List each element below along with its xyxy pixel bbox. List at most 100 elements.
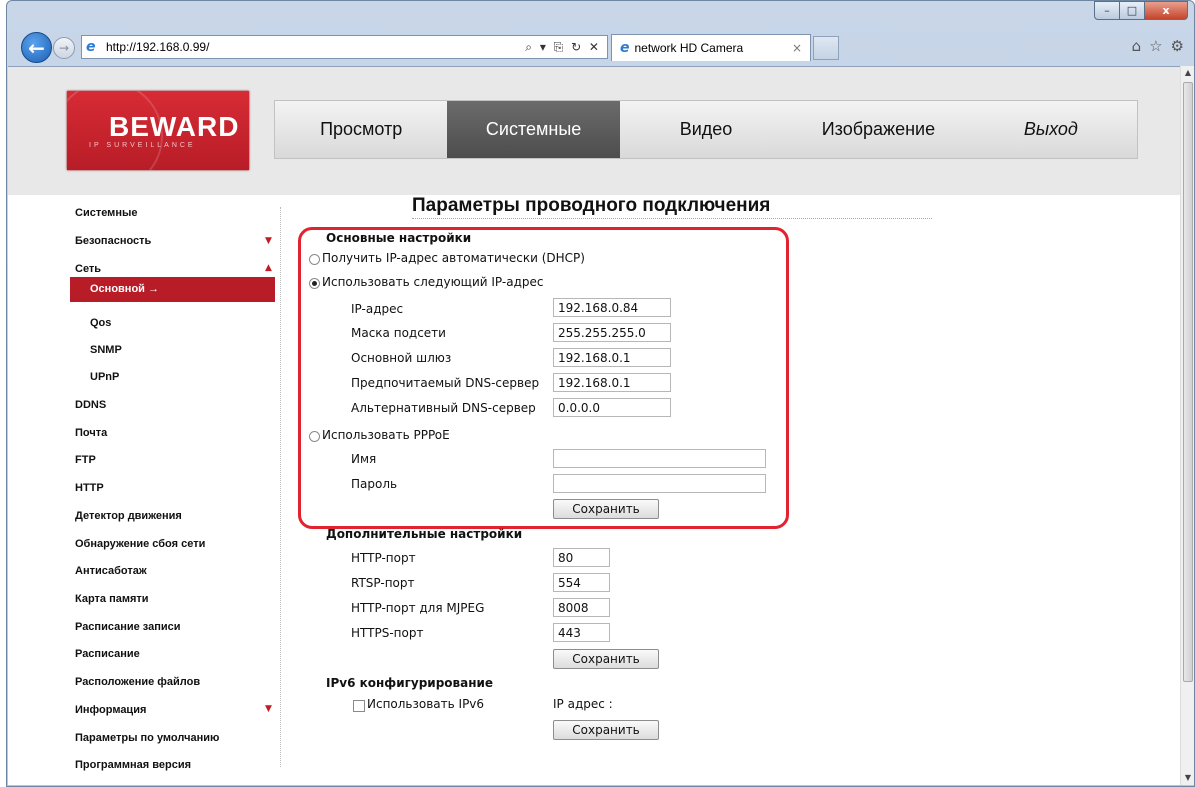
rtsp-port-input[interactable] <box>553 573 610 592</box>
title-underline <box>412 218 932 219</box>
dhcp-radio[interactable] <box>309 254 320 265</box>
home-icon[interactable]: ⌂ <box>1132 37 1142 55</box>
vertical-scrollbar[interactable]: ▲ ▼ <box>1180 66 1194 785</box>
window-controls: – □ x <box>1094 1 1188 20</box>
sidebar-item-firmware[interactable]: Программная версия <box>75 759 191 771</box>
http-port-label: HTTP-порт <box>351 551 416 565</box>
nav-video[interactable]: Видео <box>620 101 792 158</box>
gateway-input[interactable] <box>553 348 671 367</box>
favorites-star-icon[interactable]: ☆ <box>1149 37 1162 55</box>
sidebar-item-tamper[interactable]: Антисаботаж <box>75 565 147 577</box>
static-ip-radio[interactable] <box>309 278 320 289</box>
ipv6-title: IPv6 конфигурирование <box>326 676 494 690</box>
sidebar-item-network-failure[interactable]: Обнаружение сбоя сети <box>75 538 205 550</box>
https-port-input[interactable] <box>553 623 610 642</box>
expand-down-icon[interactable]: ▼ <box>265 236 272 246</box>
pppoe-radio[interactable] <box>309 431 320 442</box>
pppoe-password-input[interactable] <box>553 474 766 493</box>
dns1-label: Предпочитаемый DNS-сервер <box>351 376 540 390</box>
tab-close-icon[interactable]: × <box>792 41 802 55</box>
sidebar-item-security[interactable]: Безопасность <box>75 235 151 247</box>
sidebar-item-network[interactable]: Сеть <box>75 263 101 275</box>
nav-logout[interactable]: Выход <box>965 101 1137 158</box>
minimize-button[interactable]: – <box>1094 1 1120 20</box>
dhcp-label: Получить IP-адрес автоматически (DHCP) <box>322 251 585 265</box>
static-ip-label: Использовать следующий IP-адрес <box>322 275 544 289</box>
nav-image[interactable]: Изображение <box>792 101 964 158</box>
close-button[interactable]: x <box>1144 1 1188 20</box>
pppoe-name-input[interactable] <box>553 449 766 468</box>
sidebar-item-info[interactable]: Информация <box>75 704 146 716</box>
new-tab-button[interactable] <box>813 36 839 60</box>
sidebar-item-http[interactable]: HTTP <box>75 482 104 494</box>
ie-tab-icon: e <box>620 40 630 56</box>
sidebar-item-defaults[interactable]: Параметры по умолчанию <box>75 732 219 744</box>
beward-logo: BEWARD IP SURVEILLANCE <box>67 91 249 170</box>
basic-save-button[interactable]: Сохранить <box>553 499 659 519</box>
ipv6-checkbox-label: Использовать IPv6 <box>367 697 485 711</box>
maximize-button[interactable]: □ <box>1119 1 1145 20</box>
advanced-settings-title: Дополнительные настройки <box>326 527 523 541</box>
http-port-input[interactable] <box>553 548 610 567</box>
logo-subtitle: IP SURVEILLANCE <box>89 142 196 149</box>
dns2-label: Альтернативный DNS-сервер <box>351 401 536 415</box>
pppoe-label: Использовать PPPoE <box>322 428 450 442</box>
sidebar-item-file-location[interactable]: Расположение файлов <box>75 676 200 688</box>
sidebar-item-ddns[interactable]: DDNS <box>75 399 106 411</box>
sidebar-item-record-schedule[interactable]: Расписание записи <box>75 621 181 633</box>
ipv6-save-button[interactable]: Сохранить <box>553 720 659 740</box>
ie-page-icon: e <box>86 39 96 55</box>
scroll-up-icon[interactable]: ▲ <box>1181 66 1195 80</box>
basic-settings-title: Основные настройки <box>326 231 472 245</box>
pppoe-name-label: Имя <box>351 452 377 466</box>
sidebar-item-schedule[interactable]: Расписание <box>75 648 140 660</box>
tab-network-hd-camera[interactable]: e network HD Camera × <box>611 34 811 61</box>
logo-text: BEWARD <box>109 111 240 142</box>
advanced-save-button[interactable]: Сохранить <box>553 649 659 669</box>
ip-address-label: IP-адрес <box>351 302 404 316</box>
page-title: Параметры проводного подключения <box>412 195 771 216</box>
mjpeg-port-label: HTTP-порт для MJPEG <box>351 601 485 615</box>
page-viewport: BEWARD IP SURVEILLANCE Просмотр Системны… <box>8 66 1180 785</box>
ipv6-checkbox[interactable] <box>353 700 365 712</box>
address-url[interactable]: http://192.168.0.99/ <box>106 40 525 54</box>
pppoe-password-label: Пароль <box>351 477 398 491</box>
tab-title: network HD Camera <box>634 41 744 55</box>
sidebar-item-qos[interactable]: Qos <box>90 317 111 329</box>
mjpeg-port-input[interactable] <box>553 598 610 617</box>
page-header: BEWARD IP SURVEILLANCE Просмотр Системны… <box>8 67 1180 195</box>
sidebar-item-motion-detection[interactable]: Детектор движения <box>75 510 182 522</box>
sidebar-divider <box>280 207 281 767</box>
sidebar-item-memory-card[interactable]: Карта памяти <box>75 593 149 605</box>
subnet-mask-input[interactable] <box>553 323 671 342</box>
gateway-label: Основной шлюз <box>351 351 452 365</box>
sidebar-item-ftp[interactable]: FTP <box>75 454 96 466</box>
sidebar-item-system[interactable]: Системные <box>75 207 137 219</box>
ipv6-address-label: IP адрес : <box>553 697 613 711</box>
subnet-mask-label: Маска подсети <box>351 326 446 340</box>
forward-arrow-icon: → <box>58 41 70 55</box>
scroll-thumb[interactable] <box>1183 82 1193 682</box>
ip-address-input[interactable] <box>553 298 671 317</box>
sidebar-item-basic[interactable]: Основной → <box>70 277 275 302</box>
nav-system[interactable]: Системные <box>447 101 620 158</box>
sidebar-item-snmp[interactable]: SNMP <box>90 344 122 356</box>
collapse-up-icon[interactable]: ▲ <box>265 263 272 273</box>
https-port-label: HTTPS-порт <box>351 626 424 640</box>
rtsp-port-label: RTSP-порт <box>351 576 415 590</box>
top-nav: Просмотр Системные Видео Изображение Вых… <box>274 100 1138 159</box>
expand-down-icon[interactable]: ▼ <box>265 704 272 714</box>
back-button[interactable]: ← <box>21 32 52 63</box>
dns1-input[interactable] <box>553 373 671 392</box>
address-bar[interactable]: e http://192.168.0.99/ ⌕ ▾ ⎘ ↻ ✕ <box>81 35 608 59</box>
nav-view[interactable]: Просмотр <box>275 101 447 158</box>
sidebar-item-mail[interactable]: Почта <box>75 427 107 439</box>
address-tools-icons[interactable]: ⌕ ▾ ⎘ ↻ ✕ <box>525 40 607 55</box>
settings-gear-icon[interactable]: ⚙ <box>1171 37 1184 55</box>
sidebar: Системные Безопасность ▼ Сеть ▲ Основной… <box>8 195 283 785</box>
forward-button[interactable]: → <box>53 37 75 59</box>
browser-right-icons: ⌂ ☆ ⚙ <box>1132 37 1184 55</box>
sidebar-item-upnp[interactable]: UPnP <box>90 371 119 383</box>
scroll-down-icon[interactable]: ▼ <box>1181 771 1195 785</box>
dns2-input[interactable] <box>553 398 671 417</box>
